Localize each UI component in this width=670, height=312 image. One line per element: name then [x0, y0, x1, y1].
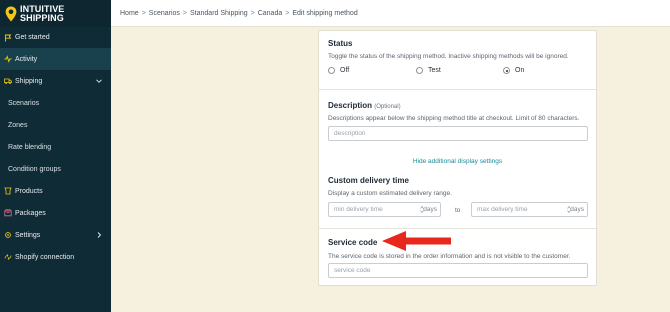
chevron-right-icon[interactable]	[95, 231, 103, 239]
sidebar-item-label: Activity	[15, 55, 38, 63]
breadcrumb-separator: >	[141, 9, 146, 17]
gear-icon	[5, 232, 11, 238]
sidebar-item-rate-blending[interactable]: Rate blending	[0, 136, 111, 158]
max-delivery-input[interactable]: max delivery time days	[471, 202, 588, 217]
status-radio-group: Off Test On	[328, 67, 588, 77]
brand-name: INTUITIVE SHIPPING	[20, 4, 64, 23]
breadcrumb-standard-shipping[interactable]: Standard Shipping	[190, 10, 248, 17]
truck-icon	[4, 78, 12, 84]
description-title-text: Description	[328, 101, 373, 110]
breadcrumb-home[interactable]: Home	[120, 10, 139, 17]
min-delivery-placeholder: min delivery time	[334, 206, 383, 213]
sidebar-item-label: Products	[15, 187, 43, 195]
status-radio-on[interactable]: On	[503, 67, 524, 74]
delivery-section: Custom delivery time Display a custom es…	[319, 176, 596, 197]
breadcrumb-separator: >	[250, 9, 255, 17]
status-title: Status	[328, 39, 353, 48]
chevron-down-icon[interactable]	[95, 77, 103, 85]
sidebar-item-packages[interactable]: Packages	[0, 202, 111, 224]
sidebar-item-condition-groups[interactable]: Condition groups	[0, 158, 111, 180]
range-separator: to	[455, 207, 461, 214]
brand-line-2: SHIPPING	[20, 12, 64, 23]
sidebar-item-shopify-connection[interactable]: Shopify connection	[0, 246, 111, 268]
status-radio-test[interactable]: Test	[416, 67, 441, 74]
sidebar-item-label: Zones	[8, 121, 28, 129]
sidebar-item-activity[interactable]: Activity	[0, 48, 111, 70]
status-hint: Toggle the status of the shipping method…	[328, 53, 569, 60]
service-code-title: Service code	[328, 238, 378, 247]
sidebar-item-products[interactable]: Products	[0, 180, 111, 202]
description-title: Description (Optional)	[328, 101, 587, 110]
description-hint: Descriptions appear below the shipping m…	[328, 115, 580, 122]
description-placeholder: description	[334, 130, 366, 137]
breadcrumb-separator: >	[182, 9, 188, 17]
sidebar-item-scenarios[interactable]: Scenarios	[0, 92, 111, 114]
sidebar-item-zones[interactable]: Zones	[0, 114, 111, 136]
radio-selected-icon[interactable]	[503, 67, 510, 74]
sidebar: INTUITIVE SHIPPING Get started Activity …	[0, 0, 111, 312]
products-icon	[4, 187, 12, 195]
radio-label: On	[515, 67, 525, 74]
description-section: Description (Optional) Descriptions appe…	[319, 101, 596, 122]
sidebar-item-label: Settings	[15, 231, 41, 239]
breadcrumb-scenarios[interactable]: Scenarios	[149, 10, 180, 17]
sidebar-item-label: Packages	[15, 209, 46, 217]
delivery-title: Custom delivery time	[328, 176, 409, 185]
status-radio-off[interactable]: Off	[328, 67, 349, 74]
sidebar-item-shipping[interactable]: Shipping	[0, 70, 111, 92]
service-code-section: Service code The service code is stored …	[319, 238, 596, 260]
activity-icon	[4, 55, 12, 63]
min-delivery-input[interactable]: min delivery time days	[328, 202, 441, 217]
service-code-placeholder: service code	[334, 267, 371, 274]
hide-display-settings-link[interactable]: Hide additional display settings	[319, 158, 596, 165]
location-pin-icon	[5, 6, 17, 21]
description-input[interactable]: description	[328, 126, 588, 141]
radio-circle-icon[interactable]	[328, 67, 335, 74]
max-delivery-placeholder: max delivery time	[477, 206, 528, 213]
shipping-method-form: Status Toggle the status of the shipping…	[318, 30, 597, 286]
optional-label: (Optional)	[374, 104, 401, 110]
breadcrumb-canada[interactable]: Canada	[258, 10, 283, 17]
breadcrumb: Home > Scenarios > Standard Shipping > C…	[111, 0, 670, 27]
sidebar-item-get-started[interactable]: Get started	[0, 27, 111, 48]
sidebar-item-label: Scenarios	[8, 99, 40, 107]
service-code-hint: The service code is stored in the order …	[328, 253, 571, 260]
section-divider	[319, 228, 596, 229]
brand[interactable]: INTUITIVE SHIPPING	[0, 0, 111, 27]
delivery-hint: Display a custom estimated delivery rang…	[328, 190, 452, 197]
sidebar-item-label: Rate blending	[8, 143, 52, 151]
sidebar-item-label: Shipping	[15, 77, 43, 85]
sidebar-item-label: Condition groups	[8, 165, 61, 173]
sidebar-nav: Get started Activity Shipping Scenarios …	[0, 27, 111, 268]
radio-label: Off	[340, 67, 350, 74]
flag-icon	[5, 34, 12, 41]
breadcrumb-current-page: Edit shipping method	[292, 9, 358, 17]
sidebar-item-label: Get started	[15, 34, 50, 41]
radio-circle-icon[interactable]	[416, 67, 423, 74]
sidebar-item-settings[interactable]: Settings	[0, 224, 111, 246]
connection-icon	[4, 254, 12, 260]
package-icon	[4, 209, 12, 217]
days-unit: days	[423, 206, 437, 213]
sidebar-item-label: Shopify connection	[15, 253, 75, 261]
radio-label: Test	[428, 67, 441, 74]
annotation-arrow-icon	[382, 231, 451, 251]
breadcrumb-separator: >	[285, 9, 290, 17]
status-section: Status Toggle the status of the shipping…	[319, 39, 596, 60]
days-unit: days	[570, 206, 584, 213]
service-code-input[interactable]: service code	[328, 263, 588, 278]
section-divider	[319, 89, 596, 90]
